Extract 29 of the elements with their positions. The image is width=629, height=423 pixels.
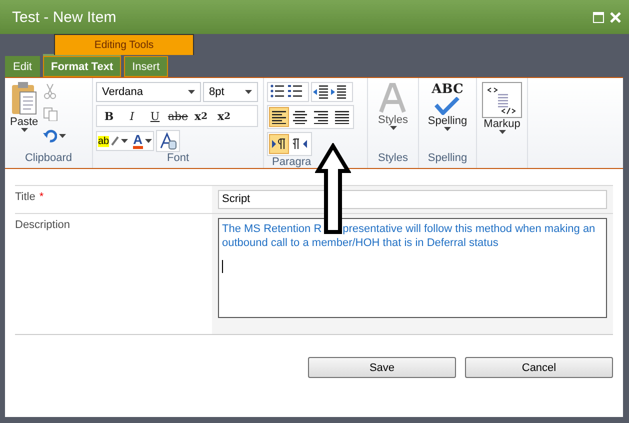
window-title: Test - New Item <box>12 8 118 26</box>
format-button[interactable]: U <box>144 107 166 125</box>
description-text: The MS Retention R presentative will follow this method when making an outbound call to a member/HOH that is in Deferral status <box>222 223 596 249</box>
group-label: Paragra <box>271 156 312 168</box>
spelling-button[interactable]: ABC Spelling <box>426 82 470 152</box>
markup-button[interactable]: Markup <box>480 82 524 168</box>
description-field[interactable]: The MS Retention R presentative will follow this method when making an outbound call to a member/HOH that is in Deferral status <box>218 218 607 318</box>
group-label: Clipboard <box>24 152 74 166</box>
group-label: Styles <box>377 152 409 166</box>
highlight-button[interactable]: ab <box>98 133 128 149</box>
field-label: Title * <box>15 190 45 205</box>
ribbon-tab[interactable]: Format Text <box>42 54 122 77</box>
title-field[interactable]: Script <box>218 190 607 209</box>
format-button[interactable]: abe <box>167 107 189 125</box>
format-button[interactable]: I <box>121 107 143 125</box>
format-button[interactable]: B <box>98 107 120 125</box>
group-label: Spelling <box>426 152 468 166</box>
font-family-dropdown[interactable]: Verdana <box>96 82 201 102</box>
save-button[interactable]: Save <box>308 357 456 378</box>
ribbon-tab[interactable]: Insert <box>124 56 168 77</box>
group-label: Font <box>166 152 190 166</box>
cancel-button[interactable]: Cancel <box>465 357 613 378</box>
ribbon-tab[interactable]: Edit <box>5 56 40 77</box>
font-color-button[interactable]: A <box>133 133 152 149</box>
font-size-dropdown[interactable]: 8pt <box>203 82 258 102</box>
paste-button[interactable]: Paste <box>8 82 40 152</box>
field-label: Description <box>15 218 72 233</box>
styles-button[interactable]: Styles <box>376 82 410 152</box>
contextual-tab-group: Editing Tools <box>54 34 194 55</box>
